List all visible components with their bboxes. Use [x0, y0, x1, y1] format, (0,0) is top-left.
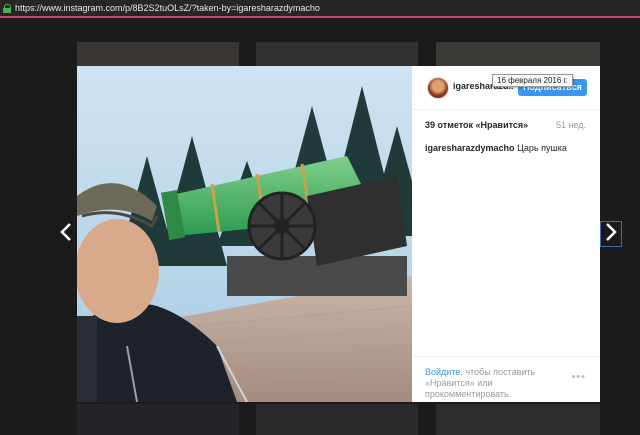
likes-count[interactable]: 39 отметок «Нравится» — [425, 120, 528, 130]
address-bar[interactable]: https://www.instagram.com/p/8B2S2tuOLsZ/… — [0, 0, 640, 16]
caption-text: Царь пушка — [517, 143, 567, 153]
login-prompt: Войдите, чтобы поставить «Нравится» или … — [425, 367, 555, 400]
feed-tile[interactable] — [77, 404, 239, 435]
date-tooltip: 16 февраля 2016 г. — [492, 74, 573, 87]
feed-tile[interactable] — [256, 404, 418, 435]
post-photo[interactable] — [77, 66, 412, 402]
chevron-right-icon — [606, 223, 617, 241]
post-modal: igaresharazd... Подписаться 39 отметок «… — [77, 66, 600, 402]
post-footer: Войдите, чтобы поставить «Нравится» или … — [412, 356, 600, 403]
login-link[interactable]: Войдите — [425, 367, 460, 377]
feed-tile[interactable] — [436, 404, 600, 435]
lock-icon — [3, 3, 11, 13]
post-sidebar: igaresharazd... Подписаться 39 отметок «… — [412, 66, 600, 402]
previous-post-button[interactable] — [55, 222, 77, 246]
post-caption: igaresharazdymacho Царь пушка — [425, 143, 567, 153]
more-options-icon[interactable]: ••• — [571, 371, 586, 383]
caption-username[interactable]: igaresharazdymacho — [425, 143, 515, 153]
post-time[interactable]: 51 нед. — [556, 120, 586, 130]
post-header: igaresharazd... Подписаться — [412, 66, 600, 110]
next-post-button[interactable] — [600, 221, 622, 247]
url-text[interactable]: https://www.instagram.com/p/8B2S2tuOLsZ/… — [15, 0, 320, 16]
chevron-left-icon — [60, 223, 71, 241]
avatar[interactable] — [427, 77, 449, 99]
